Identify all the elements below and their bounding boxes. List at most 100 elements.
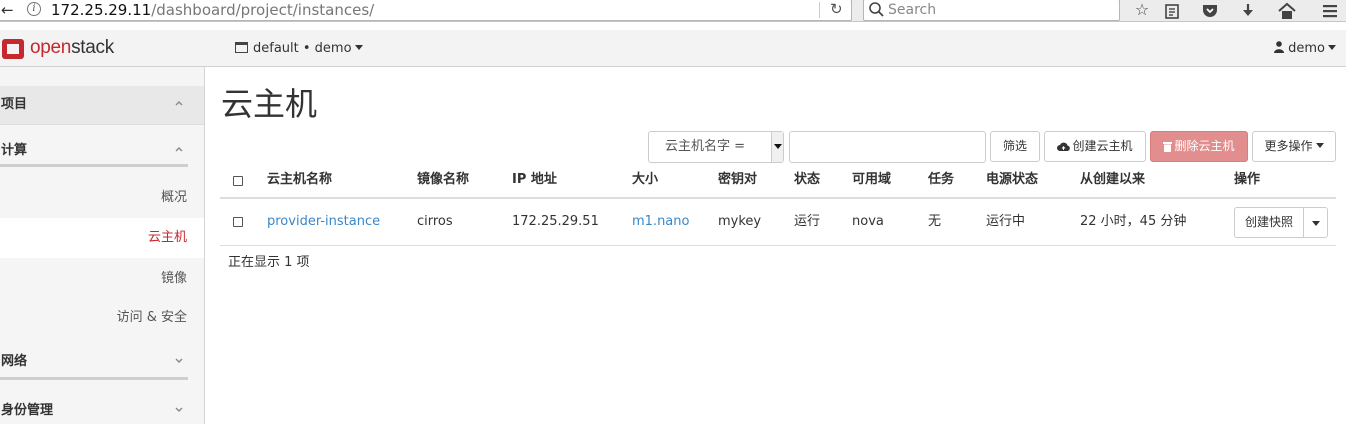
sidebar-item-label: 镜像 (160, 271, 187, 286)
sidebar: 项目 计算 概况 云主机 镜像 访问 & 安全 网络 身份管理 (0, 67, 205, 424)
row-actions-dropdown-toggle[interactable] (1303, 207, 1328, 238)
instance-age: 22 小时，45 分钟 (1080, 214, 1187, 229)
reload-icon[interactable]: ↻ (830, 0, 843, 19)
menu-icon[interactable] (1319, 1, 1341, 21)
chevron-down-icon (175, 407, 183, 412)
url-text[interactable]: 172.25.29.11/dashboard/project/instances… (51, 1, 374, 19)
page-title: 云主机 (221, 85, 318, 123)
create-instance-button[interactable]: 创建云主机 (1044, 131, 1146, 162)
sidebar-item-images[interactable]: 镜像 (0, 259, 204, 299)
instance-power-state: 运行中 (986, 214, 1026, 229)
column-header-actions: 操作 (1234, 172, 1261, 187)
sidebar-item-access-security[interactable]: 访问 & 安全 (0, 298, 204, 338)
browser-toolbar: ← i 172.25.29.11/dashboard/project/insta… (0, 0, 1346, 22)
table-header: 云主机名称 镜像名称 IP 地址 大小 密钥对 状态 可用域 任务 电源状态 从… (220, 162, 1336, 199)
more-actions-label: 更多操作 (1264, 139, 1313, 153)
instance-zone: nova (852, 214, 884, 229)
column-header-zone[interactable]: 可用域 (852, 172, 891, 188)
column-header-keypair[interactable]: 密钥对 (718, 172, 757, 188)
column-header-ip[interactable]: IP 地址 (512, 172, 557, 188)
search-icon (869, 2, 884, 17)
filter-field-select[interactable]: 云主机名字 = (648, 131, 784, 163)
browser-search-input[interactable]: Search (863, 0, 1120, 21)
instance-keypair: mykey (718, 214, 762, 229)
sidebar-item-instances[interactable]: 云主机 (0, 218, 204, 258)
bookmark-star-icon[interactable]: ☆ (1131, 0, 1153, 20)
column-header-task[interactable]: 任务 (928, 172, 954, 188)
back-arrow-icon[interactable]: ← (1, 1, 14, 19)
delete-instances-label: 删除云主机 (1174, 139, 1235, 153)
logo-text-open: open (30, 37, 72, 58)
sidebar-item-label: 云主机 (147, 230, 187, 245)
column-header-image[interactable]: 镜像名称 (417, 172, 469, 188)
filter-field-label: 云主机名字 = (665, 139, 746, 154)
item-count: 正在显示 1 项 (228, 255, 310, 270)
chevron-down-icon (1312, 221, 1320, 226)
chevron-down-icon (354, 45, 363, 50)
sidebar-section-label: 计算 (1, 143, 28, 158)
chevron-up-icon (175, 147, 183, 152)
sidebar-item-overview[interactable]: 概况 (0, 178, 204, 218)
instance-task: 无 (928, 214, 942, 229)
chevron-down-icon (1315, 143, 1324, 148)
home-icon[interactable] (1276, 1, 1298, 21)
user-menu-label: demo (1288, 41, 1325, 56)
pocket-icon[interactable] (1199, 1, 1221, 21)
download-icon[interactable] (1237, 1, 1259, 21)
search-placeholder: Search (888, 2, 937, 18)
info-icon[interactable]: i (27, 2, 41, 16)
sidebar-section-label: 身份管理 (1, 403, 54, 418)
sidebar-section-label: 网络 (1, 354, 28, 369)
create-snapshot-button[interactable]: 创建快照 (1234, 207, 1304, 238)
column-header-size[interactable]: 大小 (632, 172, 658, 188)
instance-name-link[interactable]: provider-instance (267, 214, 380, 230)
filter-button-label: 筛选 (1002, 139, 1027, 153)
sidebar-item-label: 访问 & 安全 (116, 310, 187, 325)
section-underline (0, 164, 188, 167)
table-row: provider-instance cirros 172.25.29.51 m1… (220, 199, 1336, 246)
sidebar-section-project[interactable]: 项目 (0, 86, 204, 124)
divider (0, 124, 204, 125)
url-path: /dashboard/project/instances/ (151, 1, 375, 19)
address-bar[interactable]: ← i 172.25.29.11/dashboard/project/insta… (0, 0, 852, 21)
url-host: 172.25.29.11 (51, 1, 152, 19)
filter-button[interactable]: 筛选 (990, 131, 1040, 162)
sidebar-section-identity[interactable]: 身份管理 (0, 392, 204, 430)
project-icon (235, 42, 248, 53)
trash-icon (1163, 142, 1173, 152)
openstack-logo-icon (2, 39, 24, 59)
instance-status: 运行 (794, 214, 821, 229)
column-header-power[interactable]: 电源状态 (986, 172, 1038, 188)
user-menu[interactable]: demo (1274, 41, 1336, 57)
reading-list-icon[interactable] (1161, 1, 1183, 21)
project-selector[interactable]: default • demo (235, 41, 363, 57)
project-selector-label: default • demo (253, 41, 352, 56)
column-header-name[interactable]: 云主机名称 (267, 172, 332, 188)
row-checkbox[interactable] (233, 217, 243, 227)
select-arrow (771, 132, 783, 162)
sidebar-section-label: 项目 (1, 97, 28, 112)
more-actions-button[interactable]: 更多操作 (1252, 131, 1336, 162)
sidebar-section-network[interactable]: 网络 (0, 343, 204, 381)
filter-input[interactable] (789, 131, 986, 163)
column-header-status[interactable]: 状态 (794, 172, 820, 188)
logo-text-stack: stack (71, 37, 114, 58)
cloud-upload-icon (1057, 142, 1071, 151)
delete-instances-button[interactable]: 删除云主机 (1150, 131, 1248, 162)
chevron-down-icon (175, 358, 183, 363)
chevron-up-icon (175, 101, 183, 106)
instance-size-link[interactable]: m1.nano (632, 214, 689, 230)
app-header: openstack default • demo demo (0, 30, 1346, 67)
instance-ip: 172.25.29.51 (512, 214, 599, 229)
column-header-age[interactable]: 从创建以来 (1080, 172, 1145, 188)
section-underline (0, 377, 188, 380)
logo-text: openstack (30, 37, 114, 59)
chevron-down-icon (774, 144, 782, 149)
select-all-checkbox[interactable] (233, 176, 243, 186)
sidebar-item-label: 概况 (160, 190, 187, 205)
chevron-down-icon (1328, 45, 1336, 50)
instance-image: cirros (417, 214, 453, 229)
url-divider (819, 2, 820, 18)
create-snapshot-label: 创建快照 (1244, 215, 1293, 229)
create-instance-label: 创建云主机 (1072, 139, 1133, 153)
